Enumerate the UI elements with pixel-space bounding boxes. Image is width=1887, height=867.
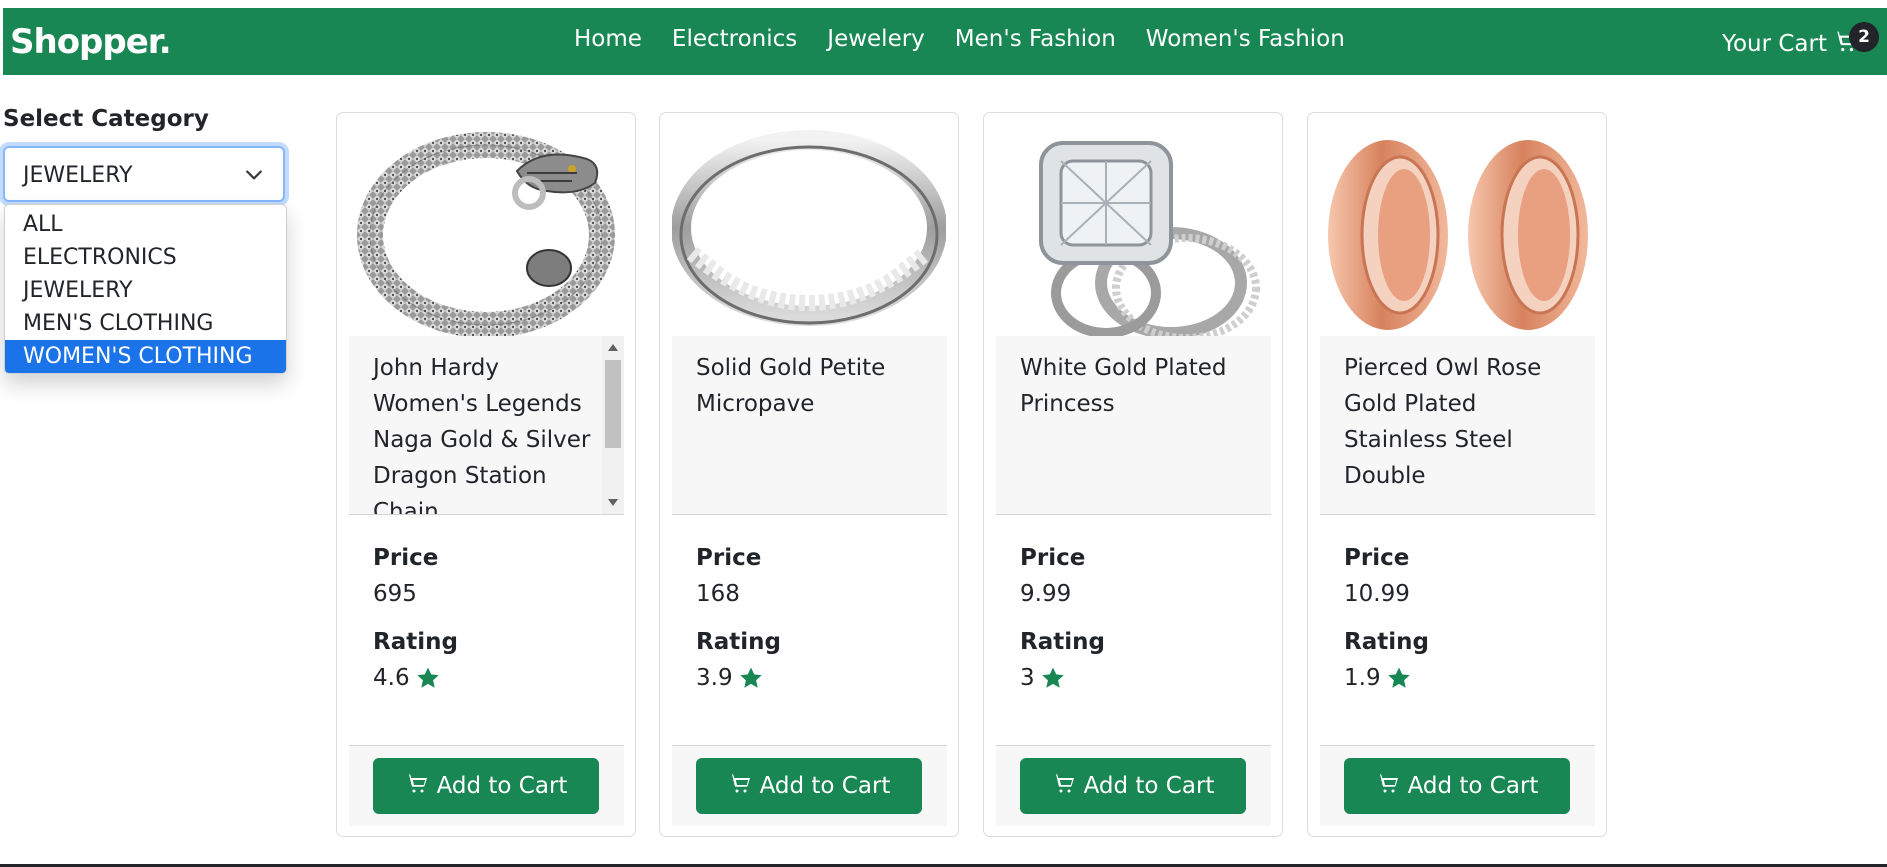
rating-row: 3.9 <box>696 665 763 691</box>
rating-label: Rating <box>1020 629 1105 655</box>
product-title: John Hardy Women's Legends Naga Gold & S… <box>373 355 591 515</box>
category-option-womens-clothing[interactable]: WOMEN'S CLOTHING <box>5 340 286 373</box>
nav-link-womens-fashion[interactable]: Women's Fashion <box>1131 26 1360 52</box>
price-label: Price <box>373 545 439 571</box>
rating-label: Rating <box>373 629 458 655</box>
product-title-box: Solid Gold Petite Micropave <box>672 336 947 515</box>
scroll-thumb[interactable] <box>605 360 621 448</box>
rating-label: Rating <box>696 629 781 655</box>
product-card: Pierced Owl Rose Gold Plated Stainless S… <box>1307 112 1607 837</box>
cart-icon <box>405 771 429 801</box>
product-card: Solid Gold Petite Micropave Price 168 Ra… <box>659 112 959 837</box>
price-value: 9.99 <box>1020 581 1072 607</box>
scroll-down-arrow-icon[interactable] <box>608 499 618 506</box>
price-value: 695 <box>373 581 417 607</box>
add-to-cart-label: Add to Cart <box>1407 773 1539 799</box>
title-scrollbar[interactable] <box>602 336 624 514</box>
star-icon <box>1041 666 1065 690</box>
add-to-cart-label: Add to Cart <box>436 773 568 799</box>
cart-icon <box>1376 771 1400 801</box>
scroll-up-arrow-icon[interactable] <box>608 344 618 351</box>
card-footer: Add to Cart <box>349 745 624 826</box>
rating-row: 4.6 <box>373 665 440 691</box>
rating-value: 4.6 <box>373 665 410 691</box>
cart-count-badge: 2 <box>1849 22 1879 52</box>
category-label: Select Category <box>3 106 209 132</box>
rating-label: Rating <box>1344 629 1429 655</box>
rating-value: 1.9 <box>1344 665 1381 691</box>
nav-link-mens-fashion[interactable]: Men's Fashion <box>940 26 1131 52</box>
top-navbar: Shopper. Home Electronics Jewelery Men's… <box>3 8 1887 75</box>
price-label: Price <box>696 545 762 571</box>
add-to-cart-button[interactable]: Add to Cart <box>373 758 599 814</box>
pave-ring-image <box>672 123 946 348</box>
nav-link-home[interactable]: Home <box>559 26 657 52</box>
card-footer: Add to Cart <box>996 745 1271 826</box>
category-dropdown-list: ALL ELECTRONICS JEWELERY MEN'S CLOTHING … <box>4 204 287 374</box>
add-to-cart-button[interactable]: Add to Cart <box>1344 758 1570 814</box>
product-card: White Gold Plated Princess Price 9.99 Ra… <box>983 112 1283 837</box>
rating-row: 3 <box>1020 665 1065 691</box>
category-option-all[interactable]: ALL <box>5 208 286 241</box>
product-title: Pierced Owl Rose Gold Plated Stainless S… <box>1344 355 1542 489</box>
category-option-jewelery[interactable]: JEWELERY <box>5 274 286 307</box>
add-to-cart-label: Add to Cart <box>759 773 891 799</box>
product-title-box: Pierced Owl Rose Gold Plated Stainless S… <box>1320 336 1595 515</box>
product-title: White Gold Plated Princess <box>1020 355 1227 417</box>
category-option-electronics[interactable]: ELECTRONICS <box>5 241 286 274</box>
category-option-mens-clothing[interactable]: MEN'S CLOTHING <box>5 307 286 340</box>
product-card: John Hardy Women's Legends Naga Gold & S… <box>336 112 636 837</box>
cart-icon <box>1052 771 1076 801</box>
cart-icon <box>728 771 752 801</box>
add-to-cart-button[interactable]: Add to Cart <box>1020 758 1246 814</box>
category-select[interactable]: JEWELERY <box>3 146 285 202</box>
price-value: 10.99 <box>1344 581 1410 607</box>
product-title: Solid Gold Petite Micropave <box>696 355 886 417</box>
rating-value: 3 <box>1020 665 1035 691</box>
price-label: Price <box>1020 545 1086 571</box>
card-footer: Add to Cart <box>672 745 947 826</box>
princess-ring-set-image <box>996 123 1270 348</box>
dragon-bracelet-image <box>349 123 623 348</box>
star-icon <box>1387 666 1411 690</box>
product-title-box: White Gold Plated Princess <box>996 336 1271 515</box>
brand-logo[interactable]: Shopper. <box>10 22 172 62</box>
cart-link[interactable]: Your Cart 2 <box>1721 22 1879 60</box>
chevron-down-icon <box>246 170 262 180</box>
star-icon <box>739 666 763 690</box>
star-icon <box>416 666 440 690</box>
price-label: Price <box>1344 545 1410 571</box>
rating-value: 3.9 <box>696 665 733 691</box>
rating-row: 1.9 <box>1344 665 1411 691</box>
add-to-cart-button[interactable]: Add to Cart <box>696 758 922 814</box>
card-footer: Add to Cart <box>1320 745 1595 826</box>
nav-links: Home Electronics Jewelery Men's Fashion … <box>559 26 1360 52</box>
nav-link-jewelery[interactable]: Jewelery <box>812 26 940 52</box>
nav-link-electronics[interactable]: Electronics <box>657 26 812 52</box>
product-title-box: John Hardy Women's Legends Naga Gold & S… <box>349 336 624 515</box>
price-value: 168 <box>696 581 740 607</box>
rose-gold-tunnels-image <box>1320 123 1594 348</box>
cart-label: Your Cart <box>1721 31 1827 57</box>
category-select-value: JEWELERY <box>23 163 133 188</box>
add-to-cart-label: Add to Cart <box>1083 773 1215 799</box>
